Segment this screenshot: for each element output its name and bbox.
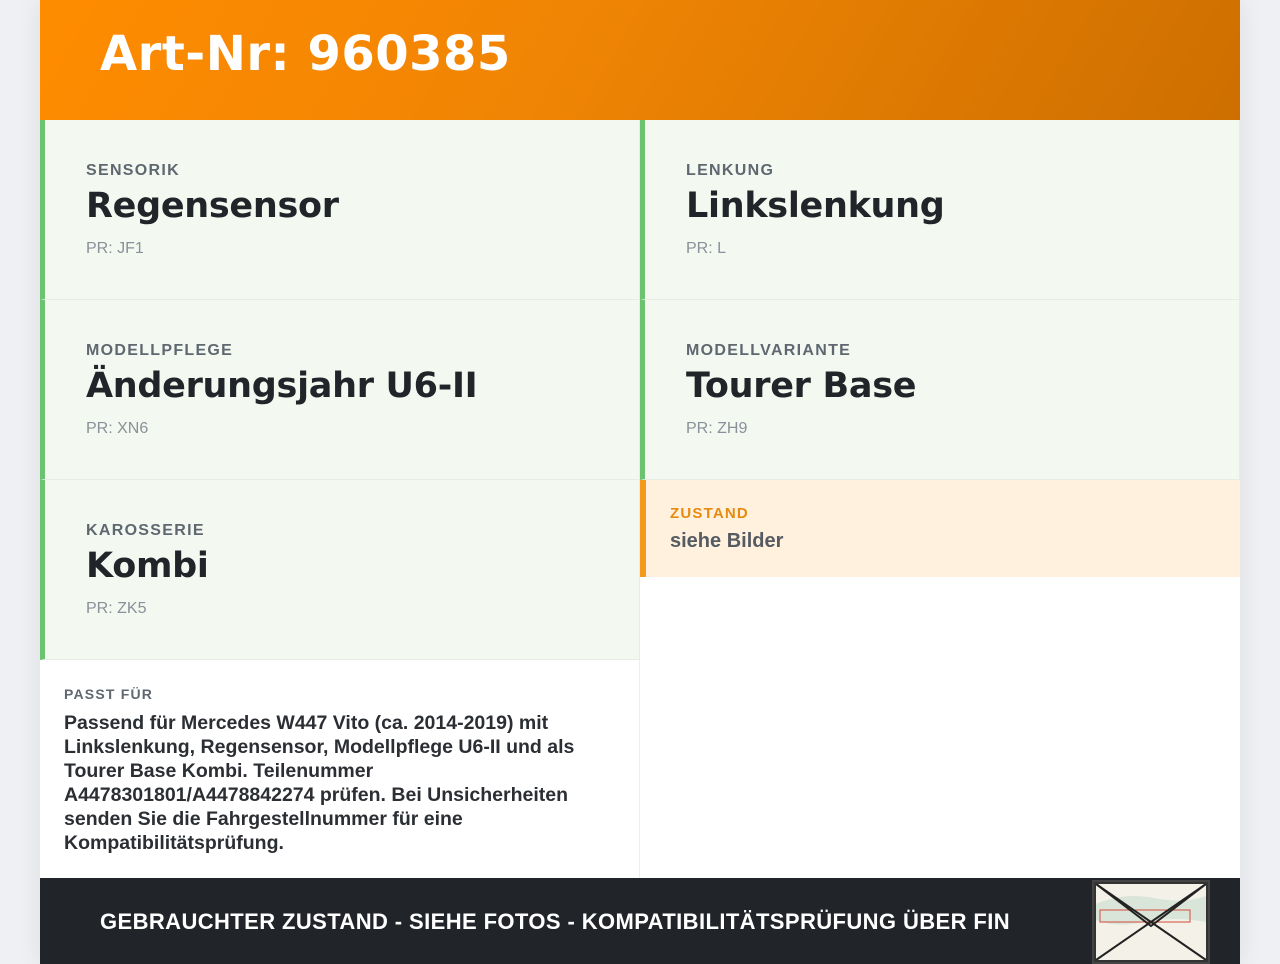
spec-card-karosserie: KAROSSERIE Kombi PR: ZK5 — [40, 480, 640, 660]
spec-code: PR: JF1 — [86, 240, 144, 257]
spec-value: Tourer Base — [686, 366, 917, 406]
spec-card-lenkung: LENKUNG Linkslenkung PR: L — [640, 120, 1240, 300]
spec-value: Änderungsjahr U6-II — [86, 366, 478, 406]
condition-card: ZUSTAND siehe Bilder — [640, 480, 1240, 577]
spec-code: PR: XN6 — [86, 420, 149, 437]
spec-code: PR: ZH9 — [686, 420, 748, 437]
footer-banner-text: GEBRAUCHTER ZUSTAND - SIEHE FOTOS - KOMP… — [100, 909, 1011, 934]
spec-value: Regensensor — [86, 186, 339, 226]
footer-banner: GEBRAUCHTER ZUSTAND - SIEHE FOTOS - KOMP… — [40, 878, 1240, 964]
page-title: Art-Nr: 960385 — [100, 26, 511, 82]
compatibility-section: PASST FÜR Passend für Mercedes W447 Vito… — [40, 660, 640, 878]
envelope-label-photo-icon[interactable] — [1092, 880, 1210, 964]
spec-label: LENKUNG — [686, 162, 775, 179]
spec-label: KAROSSERIE — [86, 522, 205, 539]
listing-sheet: Art-Nr: 960385 SENSORIK Regensensor PR: … — [40, 0, 1240, 964]
condition-label: ZUSTAND — [670, 505, 749, 522]
spec-code: PR: L — [686, 240, 727, 257]
header-bar: Art-Nr: 960385 — [40, 0, 1240, 120]
spec-card-modellpflege: MODELLPFLEGE Änderungsjahr U6-II PR: XN6 — [40, 300, 640, 480]
condition-value: siehe Bilder — [670, 530, 784, 552]
spec-card-modellvariante: MODELLVARIANTE Tourer Base PR: ZH9 — [640, 300, 1240, 480]
compatibility-label: PASST FÜR — [64, 686, 154, 702]
spec-label: MODELLPFLEGE — [86, 342, 234, 359]
spec-value: Kombi — [86, 546, 209, 586]
spec-label: SENSORIK — [86, 162, 180, 179]
compatibility-text: Passend für Mercedes W447 Vito (ca. 2014… — [64, 712, 575, 854]
spec-code: PR: ZK5 — [86, 600, 147, 617]
spec-card-sensorik: SENSORIK Regensensor PR: JF1 — [40, 120, 640, 300]
spec-label: MODELLVARIANTE — [686, 342, 852, 359]
spec-value: Linkslenkung — [686, 186, 945, 226]
